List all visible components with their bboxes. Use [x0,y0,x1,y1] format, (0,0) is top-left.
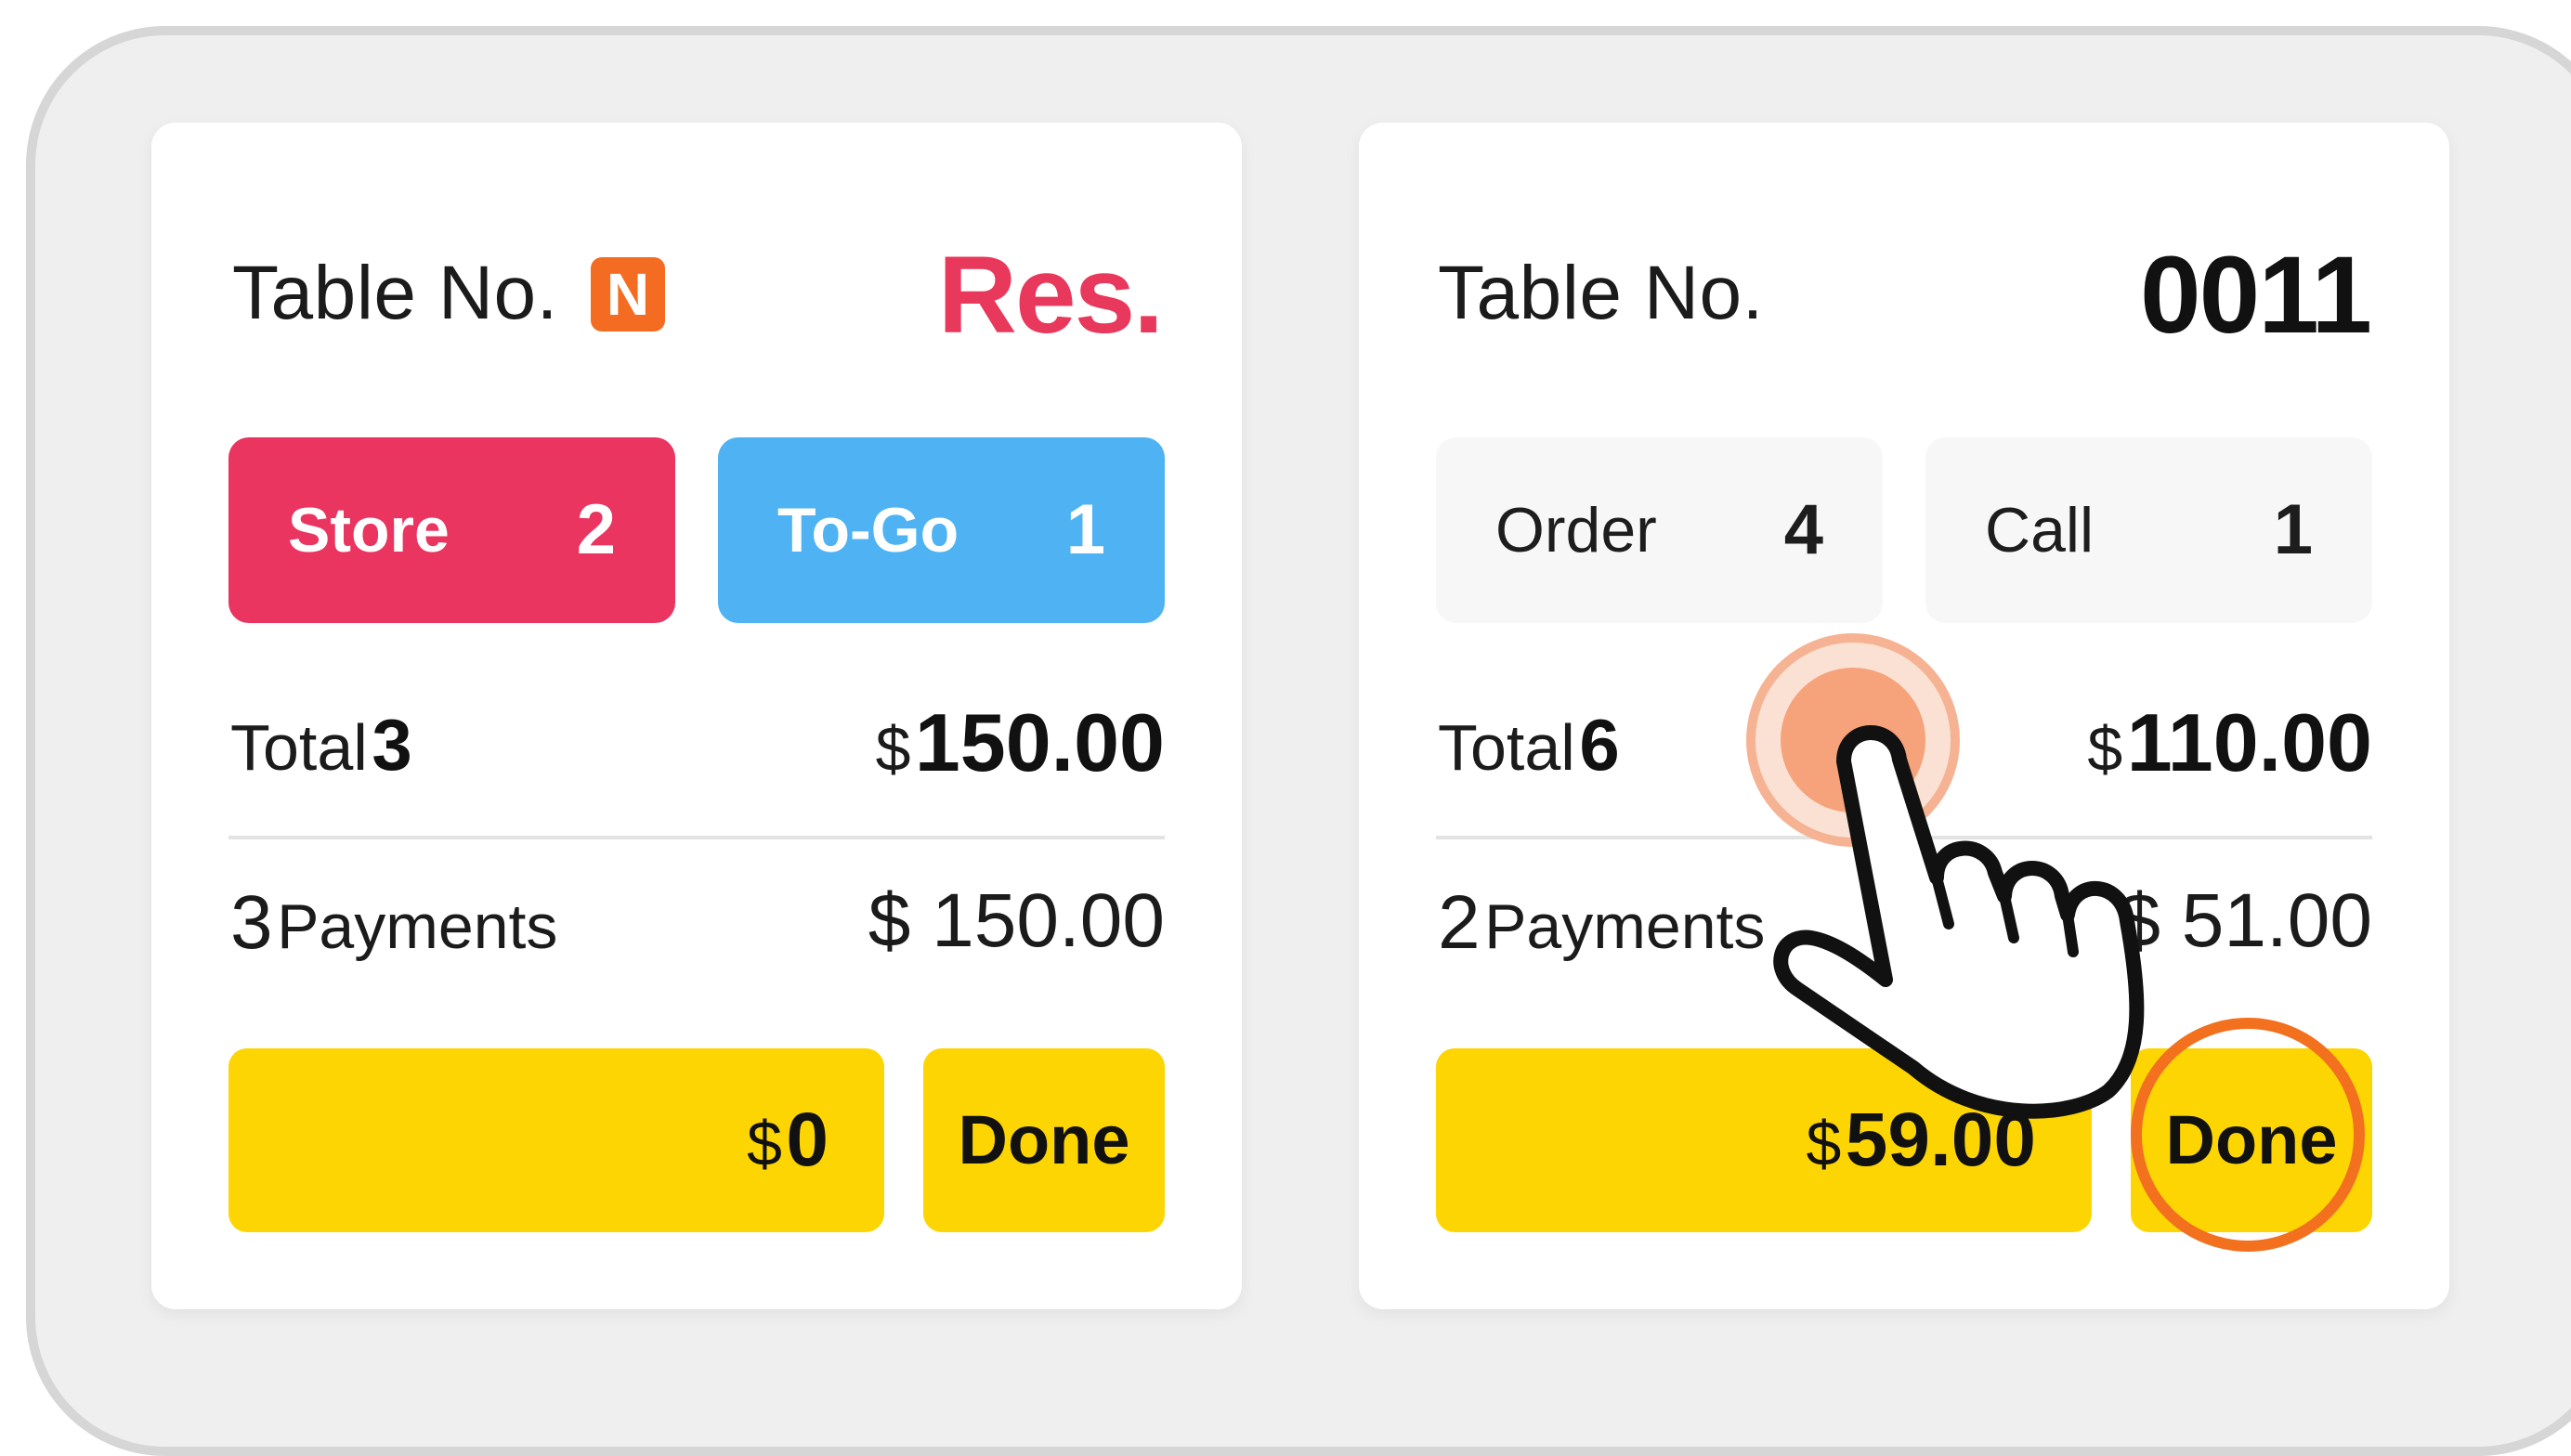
highlight-ring-icon [2131,1018,2365,1252]
overlay-layer [1746,633,2365,1252]
